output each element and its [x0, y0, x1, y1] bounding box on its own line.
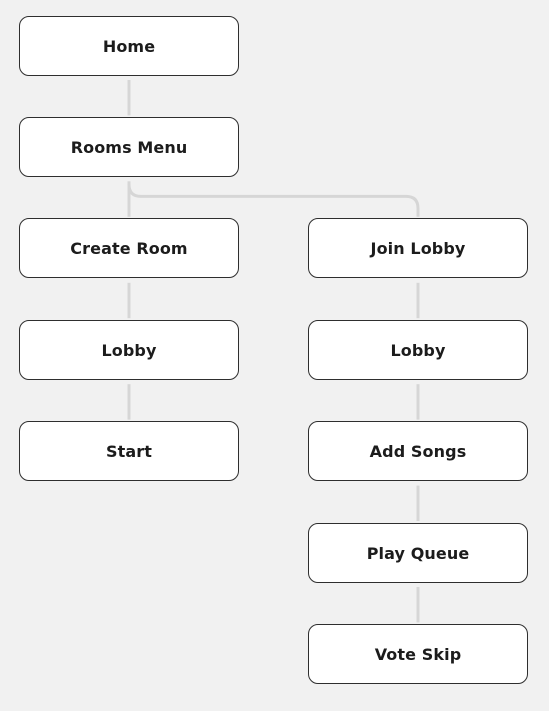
node-label: Create Room — [70, 238, 188, 258]
node-rooms-menu[interactable]: Rooms Menu — [19, 117, 239, 177]
node-play-queue[interactable]: Play Queue — [308, 523, 528, 583]
node-label: Vote Skip — [374, 644, 462, 664]
node-lobby-host[interactable]: Lobby — [19, 320, 239, 380]
node-home[interactable]: Home — [19, 16, 239, 76]
node-label: Rooms Menu — [70, 137, 188, 157]
node-label: Add Songs — [369, 441, 467, 461]
node-lobby-guest[interactable]: Lobby — [308, 320, 528, 380]
node-label: Home — [102, 36, 156, 56]
node-label: Start — [105, 441, 152, 461]
connector-rooms-menu-to-join-lobby — [127, 181, 420, 217]
node-start[interactable]: Start — [19, 421, 239, 481]
node-add-songs[interactable]: Add Songs — [308, 421, 528, 481]
node-vote-skip[interactable]: Vote Skip — [308, 624, 528, 684]
node-create-room[interactable]: Create Room — [19, 218, 239, 278]
node-join-lobby[interactable]: Join Lobby — [308, 218, 528, 278]
node-label: Join Lobby — [370, 238, 466, 258]
node-label: Lobby — [390, 340, 446, 360]
node-label: Lobby — [101, 340, 157, 360]
node-label: Play Queue — [366, 543, 470, 563]
